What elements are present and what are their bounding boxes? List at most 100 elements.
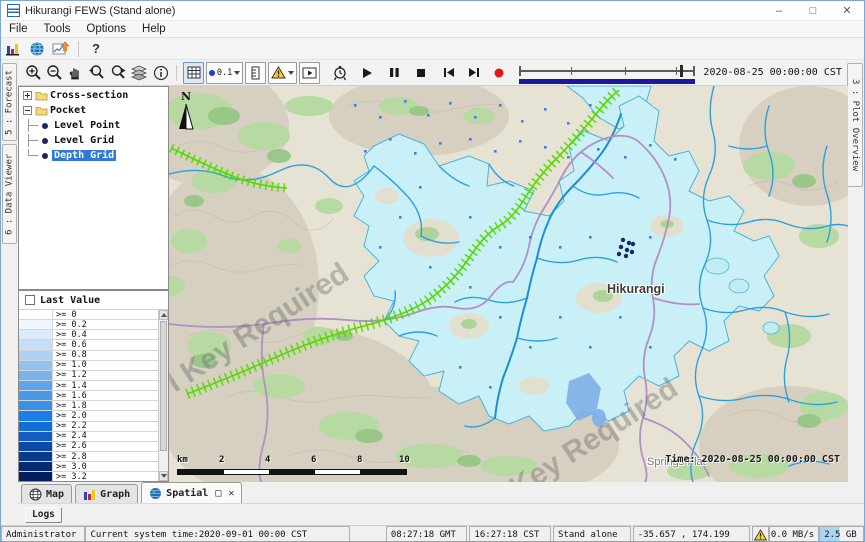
tab-plot-overview[interactable]: 3 : Plot Overview xyxy=(847,63,863,187)
menu-options[interactable]: Options xyxy=(78,23,134,35)
zoom-in-button[interactable] xyxy=(23,62,44,84)
logs-button[interactable]: Logs xyxy=(25,507,62,523)
tree-item-level-grid[interactable]: Level Grid xyxy=(19,134,168,147)
help-icon: ? xyxy=(92,41,100,56)
time-slider-handle[interactable] xyxy=(680,65,683,77)
app-logo-icon xyxy=(7,4,20,17)
stop-button[interactable] xyxy=(411,62,432,84)
scroll-down-button[interactable] xyxy=(159,471,168,481)
status-bar: Administrator Current system time:2020-0… xyxy=(1,525,864,542)
skip-to-end-button[interactable] xyxy=(463,62,484,84)
layer-tree: Cross-section Pocket Level Point Level G… xyxy=(18,86,169,290)
maximize-button[interactable]: □ xyxy=(796,1,830,20)
scroll-up-button[interactable] xyxy=(159,310,168,320)
tab-forecast[interactable]: 5 : Forecast xyxy=(2,63,17,141)
scrollbar-thumb[interactable] xyxy=(160,321,167,451)
tree-item-cross-section[interactable]: Cross-section xyxy=(19,89,168,102)
status-gmt-time: 08:27:18 GMT xyxy=(386,526,468,542)
menu-file[interactable]: File xyxy=(1,23,36,35)
animation-button[interactable] xyxy=(299,62,320,84)
legend-row[interactable]: >= 2.8 xyxy=(19,452,158,462)
legend-row[interactable]: >= 3.0 xyxy=(19,462,158,472)
threshold-dropdown[interactable]: 0.1 xyxy=(206,62,243,84)
pause-button[interactable] xyxy=(384,62,405,84)
legend-row[interactable]: >= 1.8 xyxy=(19,401,158,411)
tab-close-button[interactable]: ✕ xyxy=(228,488,234,499)
close-button[interactable]: ✕ xyxy=(830,1,864,20)
status-mode: Stand alone xyxy=(553,526,631,542)
data-display-button[interactable] xyxy=(1,39,25,59)
record-icon xyxy=(493,67,505,79)
map-time-label: Time: 2020-08-25 00:00:00 CST xyxy=(665,454,840,465)
zoom-out-button[interactable] xyxy=(44,62,65,84)
tab-graph-label: Graph xyxy=(100,489,130,500)
warning-triangle-icon xyxy=(271,66,286,79)
zoom-next-button[interactable] xyxy=(108,62,129,84)
legend-row[interactable]: >= 0.2 xyxy=(19,320,158,330)
legend-row[interactable]: >= 0.4 xyxy=(19,330,158,340)
legend-scrollbar[interactable] xyxy=(158,310,168,481)
tab-data-viewer[interactable]: 6 : Data Viewer xyxy=(2,144,17,244)
legend-row[interactable]: >= 2.4 xyxy=(19,432,158,442)
legend-row[interactable]: >= 2.6 xyxy=(19,442,158,452)
time-slider-tick xyxy=(676,67,677,75)
record-button[interactable] xyxy=(488,62,509,84)
tab-spatial[interactable]: Spatial □ ✕ xyxy=(141,482,242,503)
pan-button[interactable] xyxy=(65,62,86,84)
tab-maximize-button[interactable]: □ xyxy=(215,488,221,499)
chevron-down-icon xyxy=(234,71,240,75)
map-canvas[interactable]: N API Key Required API Key Required Hiku… xyxy=(169,86,848,482)
legend-row[interactable]: >= 3.2 xyxy=(19,472,158,481)
skip-to-start-button[interactable] xyxy=(438,62,459,84)
tab-map[interactable]: Map xyxy=(21,484,72,503)
folder-icon xyxy=(35,90,48,101)
legend-row[interactable]: >= 1.4 xyxy=(19,381,158,391)
legend-row[interactable]: >= 1.0 xyxy=(19,361,158,371)
help-button[interactable]: ? xyxy=(84,39,108,59)
legend-row[interactable]: >= 0.8 xyxy=(19,351,158,361)
legend-row[interactable]: >= 2.0 xyxy=(19,411,158,421)
play-button[interactable] xyxy=(356,62,377,84)
grid-icon xyxy=(187,66,201,79)
legend-color-swatch xyxy=(19,422,53,431)
menu-help[interactable]: Help xyxy=(134,23,174,35)
animation-settings-button[interactable] xyxy=(329,62,350,84)
legend-row[interactable]: >= 1.6 xyxy=(19,391,158,401)
zoom-previous-icon xyxy=(88,64,106,81)
scale-bar-segments xyxy=(177,469,407,475)
time-slider[interactable] xyxy=(517,61,697,85)
bar-chart-icon xyxy=(5,41,21,57)
bottom-tab-bar: Map Graph Spatial □ ✕ xyxy=(18,482,864,504)
time-slider-tick xyxy=(625,67,626,75)
profile-button[interactable] xyxy=(245,62,266,84)
main-toolbar: ? xyxy=(1,38,864,60)
grid-display-button[interactable] xyxy=(183,62,204,84)
scale-bar: km 2 4 6 8 10 xyxy=(177,455,409,477)
info-button[interactable] xyxy=(150,62,171,84)
legend-row[interactable]: >= 0 xyxy=(19,310,158,320)
status-warning[interactable] xyxy=(752,526,769,542)
tab-graph[interactable]: Graph xyxy=(75,484,138,503)
legend-header: Last Value xyxy=(19,291,168,310)
tree-item-label: Cross-section xyxy=(48,90,130,101)
tree-item-depth-grid[interactable]: Depth Grid xyxy=(19,149,168,162)
legend-row[interactable]: >= 1.2 xyxy=(19,371,158,381)
tree-item-pocket[interactable]: Pocket xyxy=(19,104,168,117)
spatial-display-button[interactable] xyxy=(49,39,73,59)
map-display-button[interactable] xyxy=(25,39,49,59)
tree-item-level-point[interactable]: Level Point xyxy=(19,119,168,132)
legend-row[interactable]: >= 2.2 xyxy=(19,422,158,432)
last-value-checkbox[interactable] xyxy=(25,295,35,305)
menu-tools[interactable]: Tools xyxy=(36,23,79,35)
minimize-button[interactable]: – xyxy=(762,1,796,20)
collapse-minus-icon[interactable] xyxy=(23,106,32,115)
thresholds-warning-dropdown[interactable] xyxy=(268,62,297,84)
layers-icon xyxy=(131,65,147,81)
arrow-down-icon xyxy=(161,474,167,478)
expand-plus-icon[interactable] xyxy=(23,91,32,100)
layers-button[interactable] xyxy=(129,62,150,84)
legend-row[interactable]: >= 0.6 xyxy=(19,340,158,350)
zoom-previous-button[interactable] xyxy=(86,62,107,84)
status-local-time: 16:27:18 CST xyxy=(469,526,551,542)
time-slider-track xyxy=(519,70,695,72)
